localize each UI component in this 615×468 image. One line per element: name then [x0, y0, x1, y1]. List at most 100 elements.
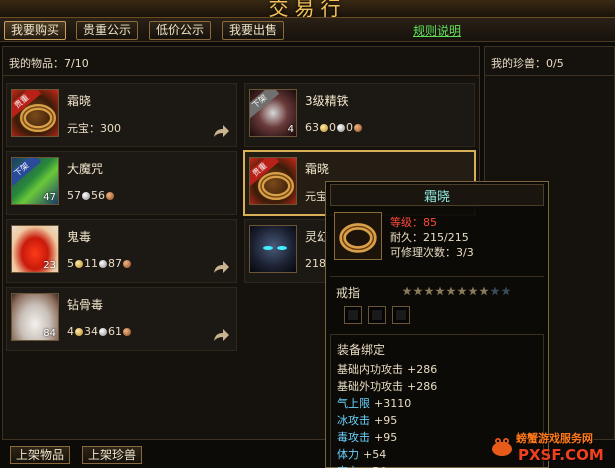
- item-price: 57 56: [67, 189, 115, 202]
- item-name: 3级精铁: [305, 94, 349, 108]
- item-slot[interactable]: 下架 4 3级精铁 63 0 0: [244, 83, 475, 147]
- ring-icon: 贵重: [11, 89, 59, 137]
- item-count: 84: [43, 328, 56, 339]
- tooltip-level: 等级：85: [390, 216, 437, 229]
- ring-icon: 贵重: [249, 157, 297, 205]
- item-name: 钻骨毒: [67, 298, 104, 312]
- attribute-name: 体力: [337, 448, 359, 461]
- item-slot[interactable]: 贵重 霜晓 元宝：300: [6, 83, 237, 147]
- attribute-row: 定力+54: [337, 463, 386, 468]
- item-price: 218: [305, 257, 326, 270]
- gold-coin-icon: [75, 260, 83, 268]
- attribute-name: 气上限: [337, 397, 370, 410]
- tab-valuable-notice[interactable]: 贵重公示: [76, 21, 139, 40]
- gold-coin-icon: [75, 328, 83, 336]
- watermark: 螃蟹游戏服务网 PXSF.COM: [484, 428, 615, 468]
- silver-coin-icon: [99, 260, 107, 268]
- item-name: 霜晓: [67, 94, 92, 108]
- gem-slot: [392, 306, 410, 324]
- my-items-count: 7/10: [64, 57, 89, 70]
- star-filled-icon: [457, 286, 467, 296]
- star-empty-icon: [501, 286, 511, 296]
- gem-slot: [368, 306, 386, 324]
- attribute-name: 冰攻击: [337, 414, 370, 427]
- arrow-icon[interactable]: [212, 124, 230, 138]
- item-slot[interactable]: 23 鬼毒 5 11 87: [6, 219, 237, 283]
- crab-logo-icon: [492, 438, 512, 456]
- rules-link[interactable]: 规则说明: [413, 22, 461, 39]
- attribute-name: 毒攻击: [337, 431, 370, 444]
- attribute-row: 气上限 +3110: [337, 395, 411, 411]
- tab-lowprice-notice[interactable]: 低价公示: [149, 21, 212, 40]
- item-price: 63 0 0: [305, 121, 363, 134]
- tooltip-durability: 耐久：215/215: [390, 231, 469, 244]
- gem-slot: [344, 306, 362, 324]
- attribute-row: 基础内功攻击 +286: [337, 361, 437, 377]
- item-slot[interactable]: 84 钻骨毒 4 34 61: [6, 287, 237, 351]
- star-rating: [402, 285, 512, 299]
- panel-divider: [485, 75, 614, 76]
- tooltip-repairs: 可修理次数：3/3: [390, 246, 474, 259]
- item-tooltip: 霜晓 等级：85 耐久：215/215 可修理次数：3/3 戒指 装备绑定 基础…: [325, 181, 549, 468]
- gold-coin-icon: [320, 124, 328, 132]
- my-pets-header: 我的珍兽：0/5: [491, 55, 564, 71]
- arrow-icon[interactable]: [212, 260, 230, 274]
- item-name: 鬼毒: [67, 230, 92, 244]
- ribbon-badge: 下架: [12, 158, 42, 188]
- list-pet-button[interactable]: 上架珍兽: [82, 446, 143, 464]
- scroll-icon: 下架 47: [11, 157, 59, 205]
- ribbon-badge: 下架: [250, 90, 280, 120]
- copper-coin-icon: [354, 124, 362, 132]
- item-price: 5 11 87: [67, 257, 132, 270]
- attribute-value: +286: [407, 380, 438, 393]
- copper-coin-icon: [106, 192, 114, 200]
- star-filled-icon: [468, 286, 478, 296]
- star-filled-icon: [479, 286, 489, 296]
- attribute-row: 冰攻击 +95: [337, 412, 397, 428]
- my-items-header: 我的物品：7/10: [9, 55, 89, 71]
- ring-icon: [334, 212, 382, 260]
- iron-ore-icon: 下架 4: [249, 89, 297, 137]
- item-price: 4 34 61: [67, 325, 132, 338]
- copper-coin-icon: [123, 260, 131, 268]
- item-price: 元宝: [305, 190, 327, 203]
- tab-bar: 我要购买 贵重公示 低价公示 我要出售 规则说明: [0, 18, 615, 42]
- item-count: 23: [43, 260, 56, 271]
- tab-buy[interactable]: 我要购买: [4, 21, 67, 40]
- star-filled-icon: [424, 286, 434, 296]
- star-filled-icon: [435, 286, 445, 296]
- mask-icon: [249, 225, 297, 273]
- list-item-button[interactable]: 上架物品: [10, 446, 71, 464]
- item-price: 元宝：300: [67, 122, 121, 135]
- item-name: 大魔咒: [67, 162, 104, 176]
- panel-divider: [3, 75, 479, 76]
- arrow-icon[interactable]: [212, 328, 230, 342]
- item-slot[interactable]: 下架 47 大魔咒 57 56: [6, 151, 237, 215]
- item-count: 47: [43, 192, 56, 203]
- my-pets-count: 0/5: [546, 57, 564, 70]
- copper-coin-icon: [123, 328, 131, 336]
- attribute-value: +95: [374, 431, 398, 444]
- item-name: 霜晓: [305, 162, 330, 176]
- silver-coin-icon: [337, 124, 345, 132]
- attribute-value: +95: [374, 414, 398, 427]
- attribute-row: 体力 +54: [337, 446, 386, 462]
- silver-coin-icon: [99, 328, 107, 336]
- title-bar: 交易行: [0, 0, 615, 20]
- attribute-name: 基础内功攻击: [337, 363, 403, 376]
- tab-sell[interactable]: 我要出售: [222, 21, 285, 40]
- white-powder-icon: 84: [11, 293, 59, 341]
- silver-coin-icon: [82, 192, 90, 200]
- attribute-value: +286: [407, 363, 438, 376]
- attribute-name: 基础外功攻击: [337, 380, 403, 393]
- red-powder-icon: 23: [11, 225, 59, 273]
- attribute-row: 毒攻击 +95: [337, 429, 397, 445]
- watermark-domain: PXSF.COM: [518, 446, 604, 464]
- star-filled-icon: [402, 286, 412, 296]
- star-filled-icon: [413, 286, 423, 296]
- star-filled-icon: [446, 286, 456, 296]
- tooltip-divider: [330, 276, 544, 277]
- attribute-value: +3110: [374, 397, 412, 410]
- item-count: 4: [287, 124, 294, 135]
- bind-status: 装备绑定: [337, 343, 386, 357]
